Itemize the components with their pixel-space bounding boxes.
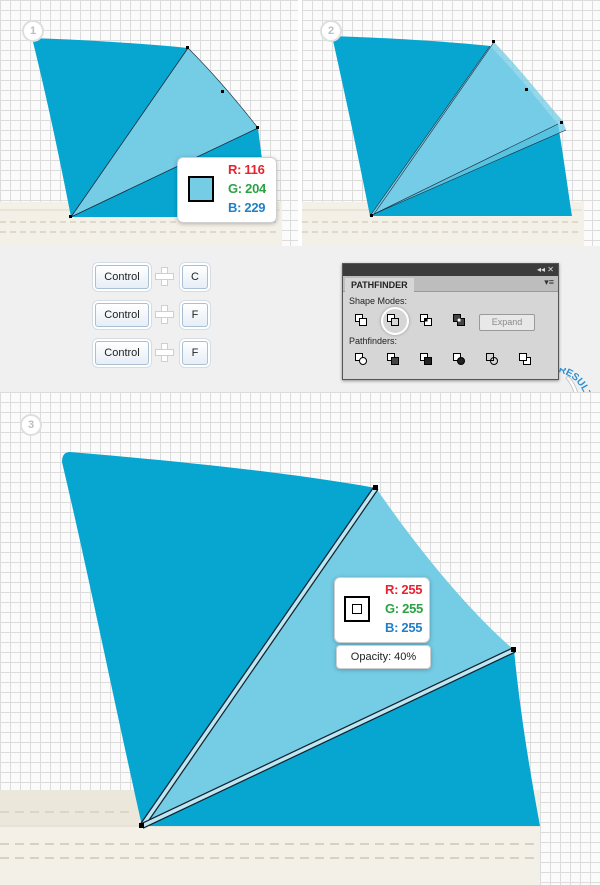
color-swatch — [344, 596, 370, 622]
step-number-badge: 3 — [20, 414, 42, 436]
blue-value: B: 255 — [385, 620, 423, 635]
green-value: G: 204 — [228, 181, 266, 196]
red-value: R: 116 — [228, 162, 265, 177]
panel-controls[interactable]: ◂◂ ✕ — [537, 265, 558, 274]
plus-icon — [154, 304, 174, 324]
color-readout-box: R: 255 G: 255 B: 255 — [334, 577, 430, 643]
panel-menu-icon[interactable]: ▾≡ — [544, 277, 554, 288]
c-key: C — [182, 265, 208, 289]
merge-icon[interactable] — [420, 353, 432, 365]
control-key: Control — [95, 265, 149, 289]
plus-icon — [154, 342, 174, 362]
opacity-readout: Opacity: 40% — [336, 645, 431, 669]
tab-pathfinder[interactable]: PATHFINDER — [345, 278, 414, 292]
crop-icon[interactable] — [453, 353, 465, 365]
step-number-badge: 1 — [22, 20, 44, 42]
outline-icon[interactable] — [486, 353, 498, 365]
color-swatch — [188, 176, 214, 202]
minus-back-icon[interactable] — [519, 353, 531, 365]
control-key: Control — [95, 341, 149, 365]
control-key: Control — [95, 303, 149, 327]
pathfinder-panel: ◂◂ ✕ PATHFINDER ▾≡ Shape Modes: Expand P… — [342, 263, 559, 380]
pathfinders-label: Pathfinders: — [349, 336, 398, 346]
color-readout-box: R: 116 G: 204 B: 229 — [177, 157, 277, 223]
step-3-artwork — [0, 452, 540, 885]
step-2-artwork — [302, 36, 584, 246]
step-number-badge: 2 — [320, 20, 342, 42]
f-key: F — [182, 341, 208, 365]
green-value: G: 255 — [385, 601, 423, 616]
shape-modes-label: Shape Modes: — [349, 296, 408, 306]
plus-icon — [154, 266, 174, 286]
unite-icon[interactable] — [355, 314, 367, 326]
divide-icon[interactable] — [355, 353, 367, 365]
step-1-panel: 1 R: 116 G: 204 B: 229 — [0, 0, 298, 246]
panel-title-bar[interactable]: ◂◂ ✕ — [343, 264, 558, 276]
step-3-panel: 3 R: 255 G: 255 B: 255 — [0, 392, 600, 885]
expand-button[interactable]: Expand — [479, 314, 535, 331]
minus-front-icon[interactable] — [387, 314, 399, 326]
trim-icon[interactable] — [387, 353, 399, 365]
red-value: R: 255 — [385, 582, 423, 597]
step-2-panel: 2 — [302, 0, 600, 246]
blue-value: B: 229 — [228, 200, 266, 215]
exclude-icon[interactable] — [453, 314, 465, 326]
intersect-icon[interactable] — [420, 314, 432, 326]
f-key: F — [182, 303, 208, 327]
